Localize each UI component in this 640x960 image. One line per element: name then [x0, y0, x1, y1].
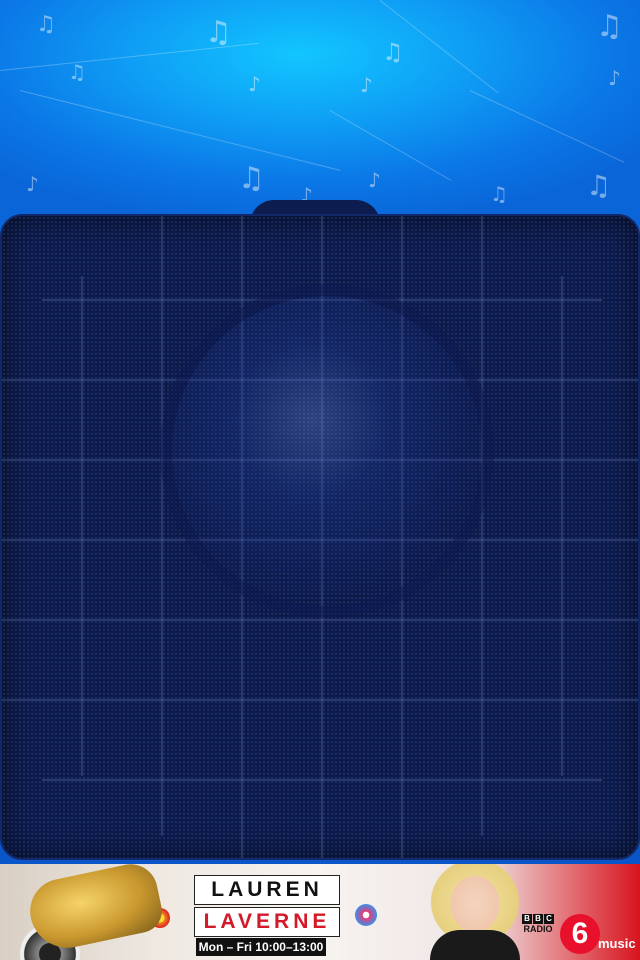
- header-streak: [469, 90, 625, 163]
- flower-graphic: [355, 904, 377, 926]
- music-note-icon: ♪: [368, 168, 381, 192]
- music-note-icon: ♫: [586, 169, 612, 202]
- music-note-icon: ♪: [248, 72, 261, 96]
- music-note-icon: ♫: [490, 182, 508, 206]
- gramophone-graphic: [24, 864, 166, 955]
- music-note-icon: ♫: [36, 12, 56, 37]
- music-note-icon: ♫: [68, 60, 86, 84]
- music-note-icon: ♪: [608, 66, 621, 90]
- show-schedule: Mon – Fri 10:00–13:00: [196, 938, 326, 956]
- banner-title: LAUREN LAVERNE: [194, 875, 340, 939]
- bbc-block-b2: B: [533, 914, 543, 924]
- music-note-icon: ♫: [205, 15, 232, 50]
- station-name: music: [598, 936, 636, 951]
- music-note-icon: ♪: [360, 73, 373, 97]
- music-note-icon: ♪: [26, 172, 39, 196]
- presenter-photo-body: [430, 930, 520, 960]
- station-number-logo: 6: [560, 914, 600, 954]
- music-note-icon: ♫: [238, 161, 265, 196]
- music-note-icon: ♫: [382, 38, 404, 66]
- music-note-icon: ♫: [596, 9, 623, 44]
- bbc-radio-logo: B B C RADIO: [522, 914, 554, 934]
- header-streak: [329, 110, 452, 181]
- presenter-last-name: LAVERNE: [194, 907, 340, 937]
- header-streak: [19, 90, 341, 171]
- bbc-block-c: C: [544, 914, 554, 924]
- bbc-block-b: B: [522, 914, 532, 924]
- presenter-first-name: LAUREN: [194, 875, 340, 905]
- radio-label: RADIO: [523, 924, 553, 934]
- visualizer-panel[interactable]: [0, 214, 640, 860]
- speaker-glow: [172, 296, 482, 606]
